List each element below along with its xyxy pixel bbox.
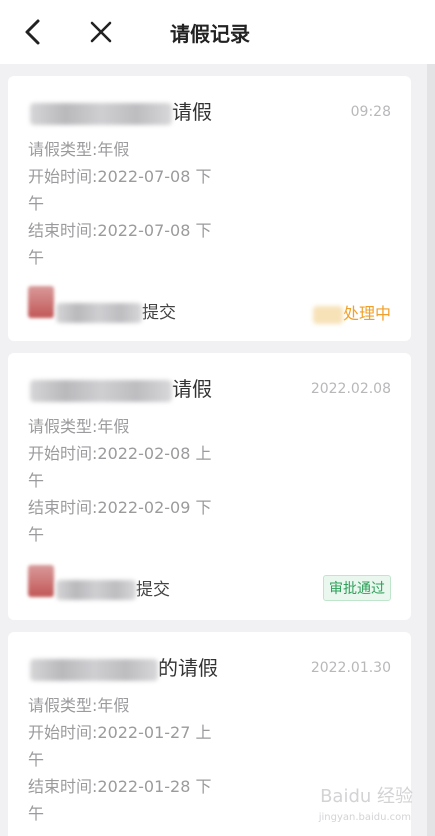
baidu-watermark-url: jingyan.baidu.com: [318, 812, 411, 823]
end-time-cont: 午: [28, 525, 45, 544]
start-time: 开始时间:2022-02-08 上: [28, 444, 212, 463]
end-time-cont: 午: [28, 248, 45, 267]
submitter: 提交: [56, 298, 176, 323]
redacted-name: [30, 658, 158, 681]
record-time: 2022.01.30: [310, 660, 391, 676]
status-badge: 审批通过: [323, 575, 391, 601]
submitter: 提交: [56, 575, 170, 600]
record-title: 请假: [30, 96, 212, 125]
scrollbar[interactable]: [427, 64, 435, 836]
record-title: 请假: [30, 373, 212, 402]
avatar: [28, 565, 54, 597]
end-time: 结束时间:2022-02-09 下: [28, 498, 212, 517]
page-title: 请假记录: [170, 22, 250, 46]
end-time-cont: 午: [28, 804, 45, 823]
record-title: 的请假: [30, 652, 218, 681]
record-details: 请假类型:年假 开始时间:2022-01-27 上 午 结束时间:2022-01…: [28, 692, 228, 827]
leave-type: 请假类型:年假: [28, 140, 130, 159]
record-details: 请假类型:年假 开始时间:2022-07-08 下 午 结束时间:2022-07…: [28, 136, 228, 271]
start-time: 开始时间:2022-07-08 下: [28, 167, 212, 186]
end-time: 结束时间:2022-07-08 下: [28, 221, 212, 240]
record-time: 09:28: [350, 104, 391, 120]
start-time-cont: 午: [28, 471, 45, 490]
leave-type: 请假类型:年假: [28, 417, 130, 436]
redacted-name: [30, 102, 172, 125]
record-details: 请假类型:年假 开始时间:2022-02-08 上 午 结束时间:2022-02…: [28, 413, 228, 548]
avatar: [28, 286, 54, 318]
leave-type: 请假类型:年假: [28, 696, 130, 715]
start-time-cont: 午: [28, 750, 45, 769]
redacted-submitter: [56, 303, 142, 323]
baidu-watermark: Baidu 经验: [320, 786, 413, 807]
end-time: 结束时间:2022-01-28 下: [28, 777, 212, 796]
status-badge: 处理中: [312, 300, 391, 324]
leave-record-card[interactable]: 请假 09:28 请假类型:年假 开始时间:2022-07-08 下 午 结束时…: [8, 76, 411, 341]
top-bar: 请假记录: [0, 0, 435, 64]
redacted-name: [30, 379, 172, 402]
start-time-cont: 午: [28, 194, 45, 213]
start-time: 开始时间:2022-01-27 上: [28, 723, 212, 742]
leave-record-card[interactable]: 请假 2022.02.08 请假类型:年假 开始时间:2022-02-08 上 …: [8, 353, 411, 620]
redacted-submitter: [56, 580, 136, 600]
redacted-status: [312, 305, 343, 324]
record-time: 2022.02.08: [310, 381, 391, 397]
